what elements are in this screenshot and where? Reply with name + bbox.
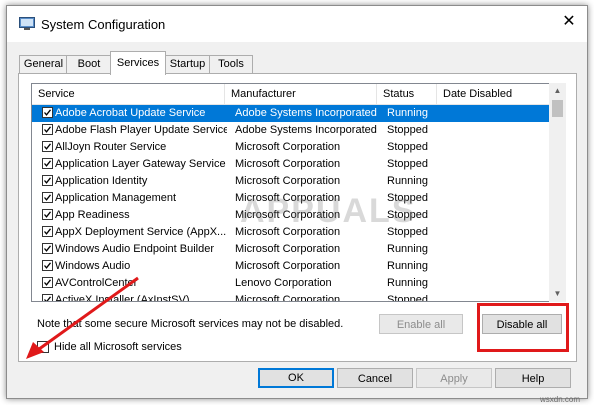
site-credit: wsxdn.com (540, 395, 581, 404)
tab-services[interactable]: Services (110, 51, 166, 75)
red-arrow-icon (26, 276, 139, 359)
